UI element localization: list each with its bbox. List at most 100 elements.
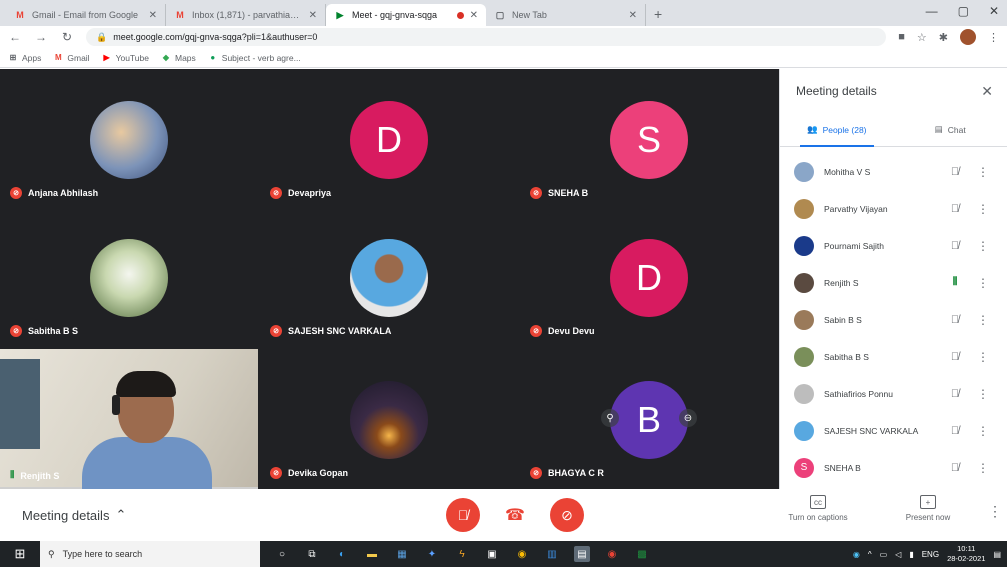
more-options-icon[interactable]: ⋮: [973, 461, 993, 475]
reload-icon[interactable]: ↻: [60, 30, 74, 44]
cortana-icon[interactable]: ○: [274, 546, 290, 562]
bag-icon[interactable]: ▣: [484, 546, 500, 562]
star-icon[interactable]: ☆: [917, 31, 927, 44]
list-item[interactable]: SAJESH SNC VARKALA 🎙̸ ⋮: [780, 412, 1007, 449]
list-item[interactable]: Sathiafirios Ponnu 🎙̸ ⋮: [780, 375, 1007, 412]
participant-tile[interactable]: ⊘ Anjana Abhilash: [0, 69, 258, 207]
bookmark-youtube[interactable]: ▶ YouTube: [102, 53, 149, 63]
task-view-icon[interactable]: ⧉: [304, 546, 320, 562]
close-tab-icon[interactable]: ✕: [470, 10, 478, 21]
more-options-icon[interactable]: ⋮: [973, 276, 993, 290]
present-now-button[interactable]: + Present now: [873, 495, 983, 522]
maximize-icon[interactable]: ▢: [958, 4, 969, 18]
profile-avatar[interactable]: [960, 29, 976, 45]
battery-icon[interactable]: ▮: [909, 550, 913, 559]
mic-off-icon[interactable]: 🎙̸: [945, 203, 965, 215]
mic-off-icon[interactable]: 🎙̸: [945, 351, 965, 363]
chrome-icon[interactable]: ◉: [514, 546, 530, 562]
url-bar[interactable]: 🔒 meet.google.com/gqj-gnva-sqga?pli=1&au…: [86, 28, 887, 46]
participant-tile[interactable]: ⊘ Sabitha B S: [0, 207, 258, 345]
close-tab-icon[interactable]: ✕: [309, 10, 317, 21]
more-options-icon[interactable]: ⋮: [973, 350, 993, 364]
mic-off-icon[interactable]: 🎙̸: [945, 388, 965, 400]
tab-title: Meet - gqj-gnva-sqga: [352, 10, 438, 20]
browser-menu-icon[interactable]: ⋮: [988, 31, 999, 44]
meeting-details-button[interactable]: Meeting details ⌃: [22, 507, 126, 523]
bookmark-subject[interactable]: ● Subject - verb agre...: [208, 53, 300, 63]
app-icon[interactable]: ▥: [544, 546, 560, 562]
language-indicator[interactable]: ENG: [922, 550, 939, 559]
mic-off-icon[interactable]: 🎙̸: [945, 425, 965, 437]
chevron-up-icon[interactable]: ^: [868, 550, 872, 559]
list-item[interactable]: Renjith S ⦀ ⋮: [780, 264, 1007, 301]
list-item[interactable]: Parvathy Vijayan 🎙̸ ⋮: [780, 190, 1007, 227]
chrome-icon[interactable]: ◉: [604, 546, 620, 562]
new-tab-button[interactable]: +: [654, 6, 662, 22]
participant-tile[interactable]: S ⊘ SNEHA B: [520, 69, 778, 207]
forward-icon[interactable]: →: [34, 30, 48, 44]
browser-tab-gmail[interactable]: M Gmail - Email from Google ✕: [6, 4, 166, 26]
participant-tile[interactable]: ⊘ SAJESH SNC VARKALA: [260, 207, 518, 345]
browser-tab-inbox[interactable]: M Inbox (1,871) - parvathiababu6... ✕: [166, 4, 326, 26]
app-icon[interactable]: ϟ: [454, 546, 470, 562]
more-options-icon[interactable]: ⋮: [973, 239, 993, 253]
volume-icon[interactable]: ◁: [895, 550, 901, 559]
more-options-icon[interactable]: ⋮: [973, 424, 993, 438]
leave-call-button[interactable]: ☎: [498, 498, 532, 532]
list-item[interactable]: Pournami Sajith 🎙̸ ⋮: [780, 227, 1007, 264]
file-explorer-icon[interactable]: ▬: [364, 546, 380, 562]
network-icon[interactable]: ▭: [880, 550, 888, 559]
windows-start-icon[interactable]: ⊞: [0, 546, 40, 562]
camera-toggle-button[interactable]: ⊘: [550, 498, 584, 532]
clock[interactable]: 10:11 28-02-2021: [947, 544, 985, 564]
tab-people[interactable]: 👥 People (28): [780, 113, 894, 147]
list-item[interactable]: Sabitha B S 🎙̸ ⋮: [780, 338, 1007, 375]
camera-permission-icon[interactable]: ■: [898, 31, 905, 43]
pin-icon[interactable]: ⚲: [601, 409, 619, 427]
store-icon[interactable]: ▦: [394, 546, 410, 562]
mic-toggle-button[interactable]: 🎙̸: [446, 498, 480, 532]
participant-name: Devu Devu: [548, 326, 595, 336]
bookmark-gmail[interactable]: M Gmail: [53, 53, 90, 63]
mic-off-icon[interactable]: 🎙̸: [945, 240, 965, 252]
participant-tile[interactable]: D ⊘ Devapriya: [260, 69, 518, 207]
participant-tile[interactable]: B ⚲ · · ⊖ ⊘BHAGYA C R: [520, 349, 778, 487]
mic-off-icon[interactable]: 🎙̸: [945, 314, 965, 326]
document-icon[interactable]: ▤: [574, 546, 590, 562]
more-options-icon[interactable]: ⋮: [973, 165, 993, 179]
taskbar-search[interactable]: ⚲ Type here to search: [40, 541, 260, 567]
list-item[interactable]: Sabin B S 🎙̸ ⋮: [780, 301, 1007, 338]
browser-tab-newtab[interactable]: ▢ New Tab ✕: [486, 4, 646, 26]
extensions-icon[interactable]: ✱: [939, 31, 948, 44]
mic-active-icon[interactable]: ⦀: [945, 276, 965, 289]
spreadsheet-icon[interactable]: ▩: [634, 546, 650, 562]
list-item[interactable]: S SNEHA B 🎙̸ ⋮: [780, 449, 1007, 486]
edge-icon[interactable]: ◐: [334, 546, 350, 562]
list-item[interactable]: Mohitha V S 🎙̸ ⋮: [780, 153, 1007, 190]
more-options-icon[interactable]: ⋮: [973, 202, 993, 216]
close-tab-icon[interactable]: ✕: [149, 10, 157, 21]
more-options-icon[interactable]: ⋮: [973, 387, 993, 401]
notifications-icon[interactable]: ▤: [993, 550, 1001, 559]
participant-video-tile[interactable]: ⦀ Renjith S: [0, 349, 258, 489]
bookmark-maps[interactable]: ◆ Maps: [161, 53, 196, 63]
captions-button[interactable]: cc Turn on captions: [763, 495, 873, 522]
back-icon[interactable]: ←: [8, 30, 22, 44]
bookmark-apps[interactable]: ⊞ Apps: [8, 53, 42, 63]
close-icon[interactable]: ✕: [981, 83, 993, 100]
more-options-icon[interactable]: ⋮: [983, 503, 1007, 520]
mic-off-icon[interactable]: 🎙̸: [945, 462, 965, 474]
tab-chat[interactable]: ▤ Chat: [894, 113, 1007, 146]
participant-tile[interactable]: D ⊘ Devu Devu: [520, 207, 778, 345]
more-options-icon[interactable]: ⋮: [973, 313, 993, 327]
dropbox-icon[interactable]: ✦: [424, 546, 440, 562]
tray-app-icon[interactable]: ◉: [853, 550, 860, 559]
minimize-icon[interactable]: —: [926, 4, 938, 18]
browser-tab-meet[interactable]: ▶ Meet - gqj-gnva-sqga ✕: [326, 4, 486, 26]
avatar: [794, 272, 814, 293]
participant-tile[interactable]: ⊘ Devika Gopan: [260, 349, 518, 487]
close-tab-icon[interactable]: ✕: [629, 10, 637, 21]
close-window-icon[interactable]: ✕: [989, 4, 999, 18]
remove-participant-icon[interactable]: ⊖: [679, 409, 697, 427]
mic-off-icon[interactable]: 🎙̸: [945, 166, 965, 178]
